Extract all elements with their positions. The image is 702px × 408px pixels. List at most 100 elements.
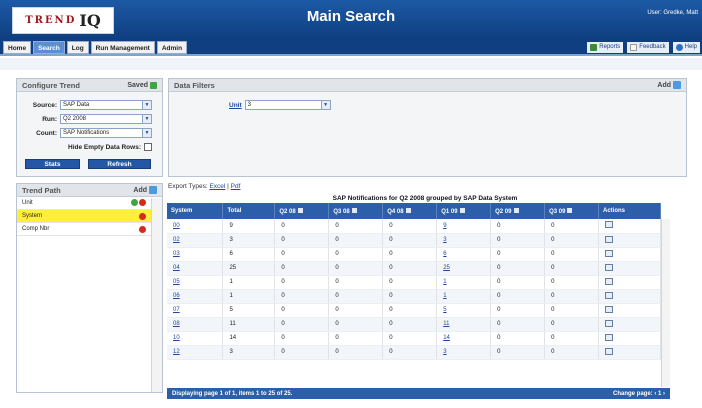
remove-icon[interactable]: [139, 225, 146, 233]
system-cell[interactable]: 07: [167, 303, 224, 318]
export-pdf-link[interactable]: Pdf: [231, 183, 241, 190]
quarter-cell[interactable]: 3: [436, 233, 492, 248]
remove-icon[interactable]: [139, 212, 146, 220]
system-cell[interactable]: 05: [167, 275, 224, 290]
chevron-down-icon: ▼: [320, 101, 330, 109]
total-cell: 11: [222, 317, 276, 332]
unit-filter-row: Unit 3 ▼: [229, 100, 331, 110]
trend-path-item-unit[interactable]: Unit: [17, 197, 151, 210]
sort-icon: [405, 207, 411, 213]
add-icon: [673, 81, 681, 89]
quarter-cell[interactable]: 9: [436, 219, 492, 234]
add-filter-button[interactable]: Add: [657, 81, 681, 89]
tab-run-management[interactable]: Run Management: [90, 41, 155, 54]
run-label: Run:: [42, 115, 57, 123]
quarter-cell[interactable]: 25: [436, 261, 492, 276]
hide-empty-checkbox[interactable]: [144, 143, 152, 151]
unit-filter-link[interactable]: Unit: [229, 102, 242, 109]
saved-indicator[interactable]: Saved: [127, 81, 157, 89]
source-select[interactable]: SAP Data ▼: [60, 100, 152, 110]
chart-icon[interactable]: [605, 277, 614, 285]
quarter-cell[interactable]: 11: [436, 317, 492, 332]
tab-search[interactable]: Search: [33, 41, 65, 54]
table-scrollbar[interactable]: [661, 219, 670, 387]
col-system[interactable]: System: [167, 203, 224, 219]
system-cell[interactable]: 04: [167, 261, 224, 276]
chart-icon[interactable]: [605, 221, 614, 229]
trend-path-item-system[interactable]: System: [17, 210, 151, 223]
chart-icon[interactable]: [605, 263, 614, 271]
tab-admin[interactable]: Admin: [156, 41, 188, 54]
quarter-cell[interactable]: 14: [436, 331, 492, 346]
quarter-cell: 0: [274, 289, 330, 304]
system-cell[interactable]: 00: [167, 219, 224, 234]
run-select[interactable]: Q2 2008 ▼: [60, 114, 152, 124]
chart-icon[interactable]: [605, 235, 614, 243]
quarter-cell[interactable]: 3: [436, 345, 492, 360]
tab-home[interactable]: Home: [3, 41, 32, 54]
quarter-cell: 0: [490, 233, 546, 248]
quarter-cell: 0: [382, 331, 438, 346]
total-cell: 1: [222, 289, 276, 304]
page-arrows[interactable]: ‹ 1 ›: [654, 391, 665, 397]
tab-log[interactable]: Log: [66, 41, 89, 54]
help-label: Help: [684, 44, 697, 50]
count-select[interactable]: SAP Notifications ▼: [60, 128, 152, 138]
system-cell[interactable]: 12: [167, 345, 224, 360]
system-cell[interactable]: 03: [167, 247, 224, 262]
quarter-cell: 0: [382, 219, 438, 234]
quarter-cell: 0: [490, 317, 546, 332]
trend-path-item-label: Unit: [22, 200, 33, 206]
col-q3-09[interactable]: Q3 09: [544, 203, 600, 219]
quarter-cell[interactable]: 1: [436, 289, 492, 304]
chart-icon[interactable]: [605, 249, 614, 257]
actions-cell: [598, 219, 661, 234]
page-title: Main Search: [306, 8, 396, 25]
feedback-link[interactable]: Feedback: [627, 42, 669, 53]
run-value: Q2 2008: [63, 116, 87, 122]
col-q1-09[interactable]: Q1 09: [436, 203, 492, 219]
sort-icon: [513, 207, 519, 213]
col-q3-08[interactable]: Q3 08: [328, 203, 384, 219]
chart-icon[interactable]: [605, 319, 614, 327]
chart-icon[interactable]: [605, 333, 614, 341]
system-cell[interactable]: 10: [167, 331, 224, 346]
system-cell[interactable]: 02: [167, 233, 224, 248]
help-link[interactable]: Help: [672, 42, 700, 53]
stats-button[interactable]: Stats: [25, 159, 80, 169]
quarter-cell: 0: [328, 331, 384, 346]
col-q2-09[interactable]: Q2 09: [490, 203, 546, 219]
add-trend-path-button[interactable]: Add: [133, 186, 157, 194]
trend-path-scrollbar[interactable]: [151, 198, 162, 392]
reports-link[interactable]: Reports: [587, 42, 624, 53]
source-label: Source:: [32, 101, 57, 109]
source-value: SAP Data: [63, 102, 90, 108]
quarter-cell[interactable]: 5: [436, 303, 492, 318]
system-cell[interactable]: 06: [167, 289, 224, 304]
confirm-icon[interactable]: [131, 198, 138, 206]
unit-select[interactable]: 3 ▼: [244, 100, 331, 110]
chart-icon[interactable]: [605, 305, 614, 313]
quarter-cell: 0: [490, 289, 546, 304]
chart-icon[interactable]: [605, 291, 614, 299]
col-total[interactable]: Total: [222, 203, 276, 219]
quarter-cell: 0: [490, 247, 546, 262]
add-filter-label: Add: [657, 81, 671, 89]
remove-icon[interactable]: [139, 198, 146, 206]
col-q2-08[interactable]: Q2 08: [274, 203, 330, 219]
export-excel-link[interactable]: Excel: [209, 183, 225, 190]
sort-icon: [459, 207, 465, 213]
sort-icon: [297, 207, 303, 213]
trend-path-item-label: Comp Nbr: [22, 226, 50, 232]
source-row: Source: SAP Data ▼: [17, 100, 152, 110]
system-cell[interactable]: 08: [167, 317, 224, 332]
add-icon: [149, 186, 157, 194]
quarter-cell[interactable]: 6: [436, 247, 492, 262]
chart-icon[interactable]: [605, 347, 614, 355]
change-page-label: Change page:: [612, 390, 653, 397]
quarter-cell[interactable]: 1: [436, 275, 492, 290]
refresh-button[interactable]: Refresh: [88, 159, 151, 169]
col-q4-08[interactable]: Q4 08: [382, 203, 438, 219]
trend-path-item-comp-nbr[interactable]: Comp Nbr: [17, 223, 151, 236]
trend-path-title: Trend Path: [22, 185, 61, 195]
